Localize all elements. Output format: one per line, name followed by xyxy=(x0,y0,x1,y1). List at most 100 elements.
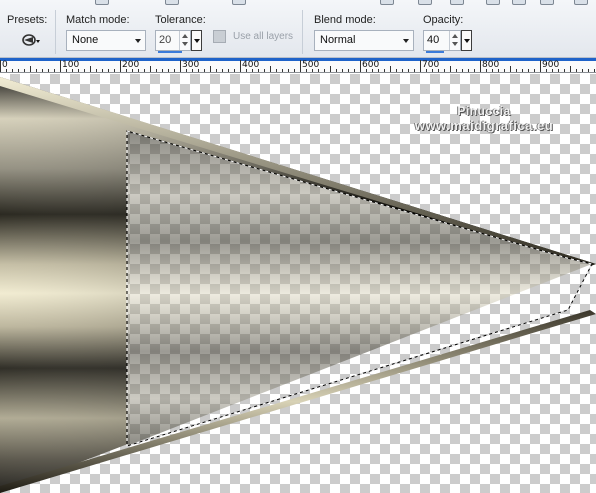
ruler-tick xyxy=(96,69,97,72)
ruler-tick-label: 200 xyxy=(122,60,140,70)
ruler-tick xyxy=(474,69,475,72)
ruler-tick xyxy=(576,69,577,72)
match-mode-label: Match mode: xyxy=(66,14,130,26)
ruler-tick xyxy=(90,66,91,72)
tolerance-value: 20 xyxy=(159,34,172,46)
ruler-tick xyxy=(204,69,205,72)
ruler-tick xyxy=(120,60,121,72)
ruler-tick xyxy=(534,69,535,72)
ruler-tick xyxy=(324,69,325,72)
ruler-tick xyxy=(24,69,25,72)
opacity-spinbox[interactable]: 40 xyxy=(423,30,461,53)
ruler-tick-label: 100 xyxy=(62,60,80,70)
ruler-tick xyxy=(114,69,115,72)
watermark-line2: www.maidigrafica.eu xyxy=(414,118,554,133)
ruler-tick xyxy=(528,69,529,72)
opacity-slider-button[interactable] xyxy=(461,30,472,51)
blend-mode-value: Normal xyxy=(320,34,356,46)
ruler-tick xyxy=(582,69,583,72)
tolerance-spinbox[interactable]: 20 xyxy=(155,30,191,53)
opacity-label: Opacity: xyxy=(423,14,464,26)
tool-options-palette: Presets: Match mode: None Tolerance: 20 … xyxy=(0,0,596,58)
ruler-tick xyxy=(210,66,211,72)
ruler-tick xyxy=(222,69,223,72)
toolbar-icon[interactable] xyxy=(95,0,109,5)
image-canvas[interactable]: Pinuccia www.maidigrafica.eu xyxy=(0,74,596,493)
match-mode-dropdown[interactable]: None xyxy=(66,30,146,51)
ruler-tick-label: 500 xyxy=(302,60,320,70)
ruler-tick xyxy=(276,69,277,72)
ruler-tick xyxy=(180,60,181,72)
toolbar-icon[interactable] xyxy=(450,0,464,5)
ruler-tick xyxy=(510,66,511,72)
opacity-stepper[interactable] xyxy=(449,31,460,50)
ruler-tick xyxy=(504,69,505,72)
ruler-tick xyxy=(516,69,517,72)
ruler-tick xyxy=(240,60,241,72)
ruler-tick xyxy=(216,69,217,72)
ruler-tick xyxy=(150,66,151,72)
paint-bucket-icon xyxy=(22,34,40,46)
ruler-tick xyxy=(12,69,13,72)
toolbar-icon[interactable] xyxy=(165,0,179,5)
ruler-tick xyxy=(168,69,169,72)
toolbar-icon[interactable] xyxy=(574,0,588,5)
ruler-tick xyxy=(564,69,565,72)
ruler-tick xyxy=(462,69,463,72)
ruler-tick xyxy=(54,69,55,72)
toolbar-icon[interactable] xyxy=(540,0,554,5)
tolerance-slider-button[interactable] xyxy=(191,30,202,51)
ruler-tick xyxy=(48,69,49,72)
ruler-tick xyxy=(288,69,289,72)
chevron-down-icon xyxy=(194,39,200,43)
ruler-tick xyxy=(414,69,415,72)
ruler-tick-label: 400 xyxy=(242,60,260,70)
ruler-tick xyxy=(594,69,595,72)
toolbar-divider xyxy=(55,10,56,54)
toolbar-icon[interactable] xyxy=(418,0,432,5)
ruler-tick xyxy=(162,69,163,72)
ruler-tick xyxy=(450,66,451,72)
ruler-tick xyxy=(420,60,421,72)
ruler-accent-bar xyxy=(0,58,596,61)
ruler-tick xyxy=(522,69,523,72)
chevron-down-icon xyxy=(403,39,409,43)
ruler-tick xyxy=(102,69,103,72)
toolbar-icon[interactable] xyxy=(486,0,500,5)
ruler-tick xyxy=(174,69,175,72)
ruler-tick xyxy=(30,66,31,72)
ruler-tick xyxy=(456,69,457,72)
ruler-tick xyxy=(294,69,295,72)
ruler-tick xyxy=(540,60,541,72)
tolerance-label: Tolerance: xyxy=(155,14,206,26)
ruler-tick xyxy=(270,66,271,72)
ruler-tick xyxy=(480,60,481,72)
toolbar-divider xyxy=(302,10,303,54)
use-all-layers-checkbox[interactable] xyxy=(213,30,226,43)
ruler-tick xyxy=(354,69,355,72)
toolbar-icon[interactable] xyxy=(232,0,246,5)
ruler-tick xyxy=(348,69,349,72)
match-mode-value: None xyxy=(72,34,99,46)
ruler-tick-label: 300 xyxy=(182,60,200,70)
ruler-tick xyxy=(408,69,409,72)
ruler-tick xyxy=(444,69,445,72)
ruler-tick-label: 0 xyxy=(2,60,8,70)
ruler-tick xyxy=(342,69,343,72)
ruler-tick xyxy=(60,60,61,72)
chevron-down-icon xyxy=(135,39,141,43)
ruler-tick xyxy=(330,66,331,72)
chevron-down-icon xyxy=(464,39,470,43)
presets-button[interactable] xyxy=(20,31,42,49)
ruler-tick xyxy=(588,69,589,72)
tolerance-stepper[interactable] xyxy=(179,31,190,50)
ruler-tick-label: 900 xyxy=(542,60,560,70)
blend-mode-dropdown[interactable]: Normal xyxy=(314,30,414,51)
ruler-tick xyxy=(234,69,235,72)
ruler-tick xyxy=(264,69,265,72)
toolbar-icon[interactable] xyxy=(380,0,394,5)
canvas-artwork xyxy=(0,77,596,493)
toolbar-icon[interactable] xyxy=(512,0,526,5)
ruler-tick-label: 800 xyxy=(482,60,500,70)
ruler-tick xyxy=(42,69,43,72)
